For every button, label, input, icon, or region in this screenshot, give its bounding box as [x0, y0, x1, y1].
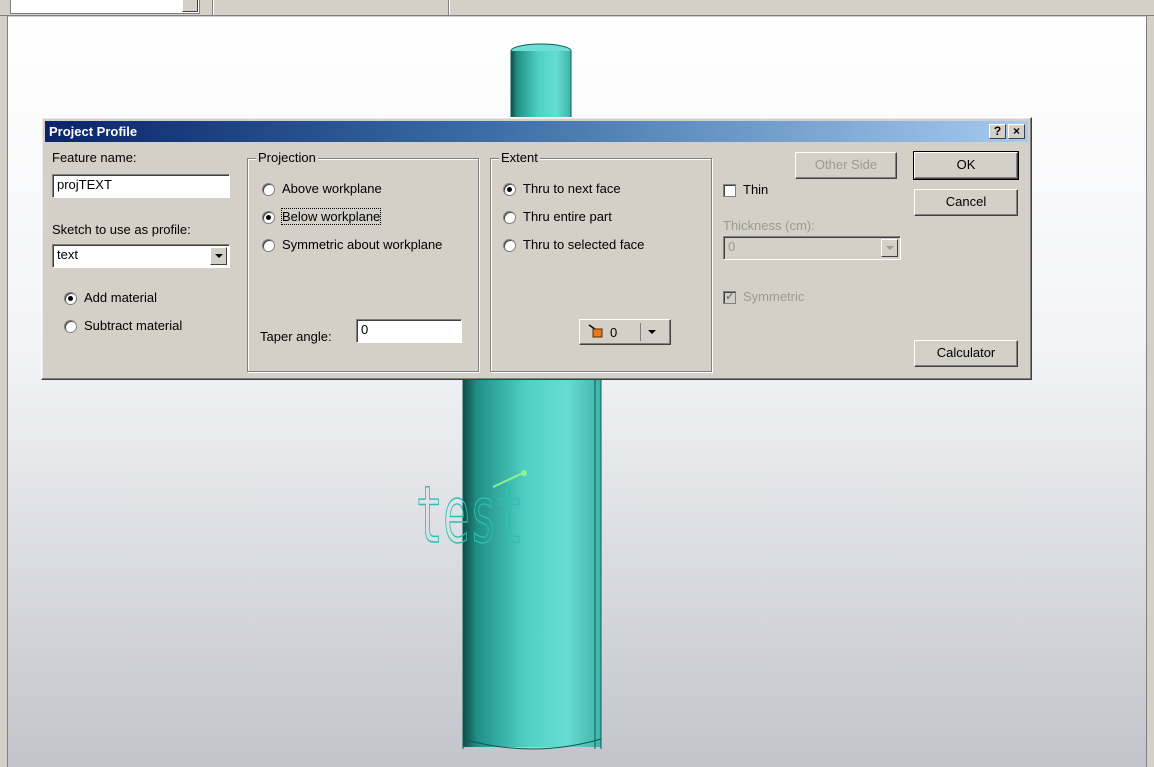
taper-angle-input[interactable]: 0: [356, 319, 462, 343]
symmetric-workplane-radio[interactable]: [262, 239, 275, 252]
viewport-right-frame: [1146, 16, 1154, 767]
calculator-button[interactable]: Calculator: [914, 340, 1018, 367]
sketch-profile-label: Sketch to use as profile:: [52, 222, 191, 237]
face-select-icon: [588, 324, 604, 338]
sketch-profile-dropdown[interactable]: text: [52, 244, 230, 268]
above-workplane-radio[interactable]: [262, 183, 275, 196]
calculator-label: Calculator: [936, 345, 996, 360]
toolbar-separator: [212, 0, 214, 15]
other-side-label: Other Side: [814, 157, 878, 172]
chevron-down-icon[interactable]: [648, 330, 656, 334]
thin-label[interactable]: Thin: [743, 182, 768, 197]
split-separator: [640, 323, 641, 341]
chevron-down-icon[interactable]: [881, 239, 898, 257]
thru-entire-part-radio[interactable]: [503, 211, 516, 224]
dialog-titlebar[interactable]: Project Profile ? ×: [45, 121, 1028, 142]
projection-group-title: Projection: [256, 150, 318, 165]
cancel-button[interactable]: Cancel: [914, 189, 1018, 216]
ok-button[interactable]: OK: [913, 151, 1019, 180]
feature-name-value: projTEXT: [57, 177, 112, 192]
ok-label: OK: [956, 157, 976, 172]
thickness-value: 0: [728, 239, 736, 254]
taper-angle-value: 0: [361, 322, 369, 337]
feature-name-label: Feature name:: [52, 150, 137, 165]
thickness-label: Thickness (cm):: [723, 218, 815, 233]
close-button[interactable]: ×: [1008, 124, 1025, 139]
thickness-input[interactable]: 0: [723, 236, 901, 260]
add-material-radio[interactable]: [64, 292, 77, 305]
sketch-profile-text: test: [416, 471, 524, 562]
sketch-profile-value: text: [57, 247, 78, 262]
taper-angle-label: Taper angle:: [260, 329, 332, 344]
below-workplane-label[interactable]: Below workplane: [280, 208, 382, 225]
projection-group: Projection Above workplane Below workpla…: [247, 150, 479, 372]
subtract-material-label[interactable]: Subtract material: [84, 318, 182, 333]
symmetric-checkbox[interactable]: [723, 289, 736, 304]
thin-checkbox[interactable]: [723, 184, 736, 197]
thru-next-face-radio[interactable]: [503, 183, 516, 196]
other-side-button[interactable]: Other Side: [795, 152, 897, 179]
symmetric-workplane-label[interactable]: Symmetric about workplane: [282, 237, 442, 252]
thru-selected-face-radio[interactable]: [503, 239, 516, 252]
symmetric-label[interactable]: Symmetric: [743, 289, 804, 304]
thru-next-face-label[interactable]: Thru to next face: [523, 181, 621, 196]
face-count: 0: [610, 325, 618, 340]
project-profile-dialog: Project Profile ? × Feature name: projTE…: [41, 117, 1032, 380]
workplane-origin-marker: [521, 470, 527, 476]
face-select-button[interactable]: 0: [579, 319, 671, 345]
extent-group: Extent Thru to next face Thru entire par…: [490, 150, 712, 372]
close-icon: ×: [1012, 124, 1020, 138]
extent-group-title: Extent: [499, 150, 540, 165]
add-material-label[interactable]: Add material: [84, 290, 157, 305]
toolbar-combo-arrow[interactable]: [182, 0, 198, 12]
cylinder-lower: [463, 377, 601, 747]
help-button[interactable]: ?: [989, 124, 1006, 139]
toolbar-separator: [448, 0, 450, 15]
below-workplane-radio[interactable]: [262, 211, 275, 224]
thru-selected-face-label[interactable]: Thru to selected face: [523, 237, 644, 252]
subtract-material-radio[interactable]: [64, 320, 77, 333]
thru-entire-part-label[interactable]: Thru entire part: [523, 209, 612, 224]
cancel-label: Cancel: [945, 194, 987, 209]
feature-name-input[interactable]: projTEXT: [52, 174, 230, 198]
viewport-left-frame: [0, 16, 8, 767]
help-icon: ?: [993, 124, 1002, 138]
chevron-down-icon[interactable]: [210, 247, 227, 265]
above-workplane-label[interactable]: Above workplane: [282, 181, 382, 196]
top-toolbar: [0, 0, 1154, 16]
dialog-title: Project Profile: [49, 124, 138, 139]
toolbar-combo[interactable]: [10, 0, 200, 14]
